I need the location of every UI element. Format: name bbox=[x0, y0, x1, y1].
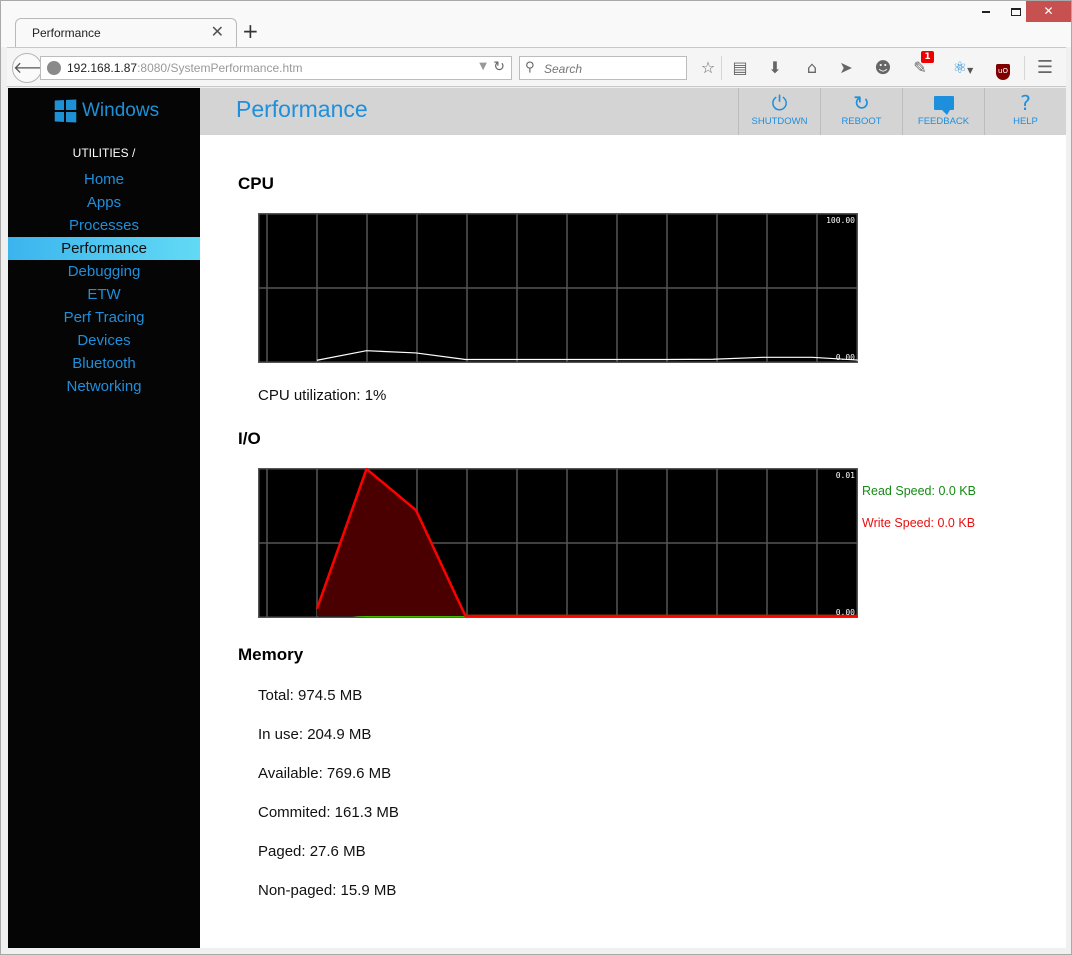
sidebar-item-networking[interactable]: Networking bbox=[8, 375, 200, 398]
memory-paged: Paged: 27.6 MB bbox=[258, 843, 366, 860]
sidebar-item-apps[interactable]: Apps bbox=[8, 191, 200, 214]
sidebar-item-performance[interactable]: Performance bbox=[8, 237, 200, 260]
emoji-icon[interactable]: ☻ bbox=[872, 57, 894, 79]
toolbar-separator bbox=[721, 56, 722, 80]
y-axis-max-label: 0.01 bbox=[836, 471, 855, 480]
reboot-button[interactable]: ↻ REBOOT bbox=[820, 88, 902, 135]
cpu-utilization: CPU utilization: 1% bbox=[258, 387, 387, 404]
memory-committed: Commited: 161.3 MB bbox=[258, 804, 399, 821]
io-heading: I/O bbox=[238, 429, 261, 448]
menu-icon[interactable]: ☰ bbox=[1034, 57, 1056, 79]
sidebar: Windows UTILITIES / Home Apps Processes … bbox=[8, 88, 200, 948]
memory-non-paged: Non-paged: 15.9 MB bbox=[258, 882, 397, 899]
title-bar: Performance ✕ + ✕ bbox=[1, 1, 1071, 48]
windows-logo-icon bbox=[54, 99, 77, 123]
page-content: Windows UTILITIES / Home Apps Processes … bbox=[8, 88, 1066, 948]
cpu-heading: CPU bbox=[238, 174, 274, 193]
toolbar-separator bbox=[1024, 56, 1025, 80]
memory-in-use: In use: 204.9 MB bbox=[258, 726, 372, 743]
search-placeholder: Search bbox=[544, 62, 583, 76]
y-axis-min-label: 0.00 bbox=[836, 608, 855, 617]
browser-window: Performance ✕ + ✕ 🡐 192.168.1.87:8080/Sy… bbox=[0, 0, 1072, 955]
send-icon[interactable]: ➤ bbox=[835, 57, 857, 79]
question-mark-icon: ? bbox=[1020, 91, 1031, 115]
help-button[interactable]: ? HELP bbox=[984, 88, 1066, 135]
tab-title: Performance bbox=[32, 26, 101, 40]
windows-logo: Windows bbox=[54, 99, 159, 123]
sidebar-nav: Home Apps Processes Performance Debuggin… bbox=[8, 168, 200, 398]
notification-badge: 1 bbox=[921, 51, 934, 63]
home-icon[interactable]: ⌂ bbox=[801, 57, 823, 79]
network-extension-icon[interactable]: ⚛▼ bbox=[947, 57, 979, 79]
browser-tab[interactable]: Performance ✕ bbox=[15, 18, 237, 48]
sidebar-item-devices[interactable]: Devices bbox=[8, 329, 200, 352]
url-path: :8080/SystemPerformance.htm bbox=[137, 61, 303, 75]
feedback-label: FEEDBACK bbox=[917, 116, 970, 127]
bookmark-star-icon[interactable]: ☆ bbox=[697, 57, 719, 79]
cpu-chart: 100.00 0.00 bbox=[258, 213, 858, 363]
url-bar[interactable]: 192.168.1.87:8080/SystemPerformance.htm … bbox=[40, 56, 512, 80]
io-chart: 0.01 0.00 bbox=[258, 468, 858, 618]
sidebar-item-processes[interactable]: Processes bbox=[8, 214, 200, 237]
minimize-button[interactable] bbox=[971, 1, 1001, 22]
url-host: 192.168.1.87 bbox=[67, 61, 138, 75]
read-speed-legend: Read Speed: 0.0 KB bbox=[862, 484, 976, 498]
sidebar-item-etw[interactable]: ETW bbox=[8, 283, 200, 306]
cpu-chart-svg: 100.00 0.00 bbox=[258, 213, 858, 363]
ublock-icon[interactable]: uO bbox=[992, 57, 1014, 80]
shutdown-button[interactable]: ⏻ SHUTDOWN bbox=[738, 88, 820, 135]
new-tab-icon[interactable]: + bbox=[242, 19, 259, 43]
series-line-cpu bbox=[316, 350, 858, 361]
y-axis-max-label: 100.00 bbox=[826, 216, 855, 225]
power-icon: ⏻ bbox=[771, 91, 788, 115]
reload-icon[interactable]: ↻ bbox=[493, 59, 505, 75]
memory-heading: Memory bbox=[238, 645, 304, 664]
shutdown-label: SHUTDOWN bbox=[751, 116, 808, 127]
io-chart-svg: 0.01 0.00 bbox=[258, 468, 858, 618]
section-label: UTILITIES / bbox=[72, 146, 136, 160]
sidebar-item-home[interactable]: Home bbox=[8, 168, 200, 191]
write-speed-legend: Write Speed: 0.0 KB bbox=[862, 516, 976, 530]
reboot-label: REBOOT bbox=[841, 116, 882, 127]
memory-total: Total: 974.5 MB bbox=[258, 687, 363, 704]
help-label: HELP bbox=[1013, 116, 1038, 127]
url-text: 192.168.1.87:8080/SystemPerformance.htm bbox=[67, 61, 302, 75]
feedback-button[interactable]: FEEDBACK bbox=[902, 88, 984, 135]
sidebar-item-perf-tracing[interactable]: Perf Tracing bbox=[8, 306, 200, 329]
download-icon[interactable]: ⬇ bbox=[764, 57, 786, 79]
page-header: Performance ⏻ SHUTDOWN ↻ REBOOT FEEDBACK… bbox=[200, 88, 1066, 135]
search-input[interactable]: ⚲ Search bbox=[519, 56, 687, 80]
search-icon: ⚲ bbox=[525, 60, 535, 75]
speech-bubble-icon bbox=[903, 88, 984, 116]
y-axis-min-label: 0.00 bbox=[836, 353, 855, 362]
tab-close-icon[interactable]: ✕ bbox=[211, 22, 224, 41]
sidebar-item-bluetooth[interactable]: Bluetooth bbox=[8, 352, 200, 375]
page-title: Performance bbox=[236, 96, 368, 122]
sidebar-item-debugging[interactable]: Debugging bbox=[8, 260, 200, 283]
logo-text: Windows bbox=[82, 100, 160, 121]
back-button[interactable]: 🡐 bbox=[12, 53, 56, 83]
extension-notification-icon[interactable]: ✎ 1 bbox=[909, 51, 934, 79]
refresh-icon: ↻ bbox=[853, 91, 870, 115]
globe-icon bbox=[47, 61, 61, 75]
navigation-toolbar: 🡐 192.168.1.87:8080/SystemPerformance.ht… bbox=[7, 47, 1066, 87]
reading-list-icon[interactable]: ▤ bbox=[729, 57, 751, 79]
url-dropdown-icon[interactable]: ▼ bbox=[479, 61, 487, 72]
close-window-button[interactable]: ✕ bbox=[1026, 1, 1071, 22]
memory-available: Available: 769.6 MB bbox=[258, 765, 392, 782]
